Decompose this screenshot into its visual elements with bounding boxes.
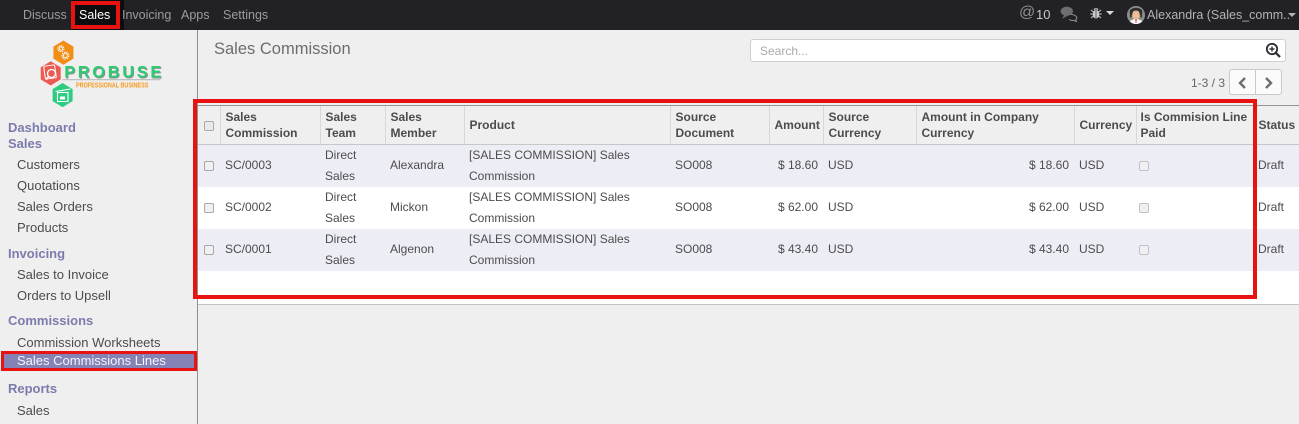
svg-text:PROFESSIONAL BUSINESS: PROFESSIONAL BUSINESS <box>76 82 148 90</box>
svg-text:PROBUSE: PROBUSE <box>64 64 164 82</box>
